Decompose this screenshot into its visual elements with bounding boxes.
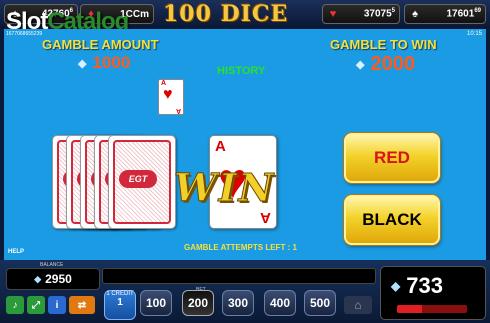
home-icon[interactable]: ⌂ xyxy=(344,296,372,314)
swap-icon[interactable]: ⇄ xyxy=(69,296,95,314)
win-progress-bar xyxy=(397,305,467,313)
info-icon[interactable]: i xyxy=(48,296,66,314)
heart-icon: ♥ xyxy=(163,86,173,103)
balance-display: ◆ 2950 xyxy=(6,268,100,290)
red-button[interactable]: RED xyxy=(344,133,440,183)
gamble-to-win-value: ◆ 2000 xyxy=(356,53,415,75)
history-card: A ♥ A xyxy=(158,79,184,115)
black-button[interactable]: BLACK xyxy=(344,195,440,245)
game-title: 100 DICE xyxy=(163,1,289,27)
jackpot-value: 1760169 xyxy=(446,8,482,20)
gem-icon: ◆ xyxy=(34,273,42,284)
gamble-amount-label: GAMBLE AMOUNT xyxy=(42,37,159,52)
jackpot-hearts: ♥ 370755 xyxy=(322,4,400,24)
spade-icon: ♠ xyxy=(412,8,418,20)
gem-icon: ◆ xyxy=(78,57,87,70)
help-label[interactable]: HELP xyxy=(8,249,24,255)
fullscreen-icon[interactable]: ⤢ xyxy=(27,296,45,314)
clock: 10:15 xyxy=(466,31,482,37)
gamble-table: 1677068655239 10:15 GAMBLE AMOUNT ◆ 1000 … xyxy=(4,29,486,260)
gem-icon: ◆ xyxy=(356,59,365,71)
gamble-amount-value: ◆ 1000 xyxy=(78,53,131,72)
gamble-to-win-label: GAMBLE TO WIN xyxy=(330,37,437,52)
win-value: ◆ 733 xyxy=(391,273,443,298)
jackpot-spades-2: ♠ 1760169 xyxy=(404,4,486,24)
bet-button-400[interactable]: 400 xyxy=(264,290,296,316)
attempts-left: GAMBLE ATTEMPTS LEFT : 1 xyxy=(184,243,297,252)
win-progress-fill xyxy=(397,305,422,313)
bet-button-300[interactable]: 300 xyxy=(222,290,254,316)
bet-button-500[interactable]: 500 xyxy=(304,290,336,316)
history-label: HISTORY xyxy=(217,65,266,77)
gem-icon: ◆ xyxy=(391,279,401,293)
message-bar xyxy=(102,268,376,284)
credit-button[interactable]: 1 CREDIT 1 xyxy=(104,290,136,320)
jackpot-value: 370755 xyxy=(363,8,395,20)
win-display: ◆ 733 xyxy=(380,266,486,320)
win-banner: WIN xyxy=(173,165,276,211)
ticket-id: 1677068655239 xyxy=(6,31,43,37)
heart-icon: ♥ xyxy=(329,8,337,20)
bet-button-100[interactable]: 100 xyxy=(140,290,172,316)
sound-icon[interactable]: ♪ xyxy=(6,296,24,314)
deck-card: EGT xyxy=(108,135,176,229)
bet-button-200[interactable]: 200 xyxy=(182,290,214,316)
